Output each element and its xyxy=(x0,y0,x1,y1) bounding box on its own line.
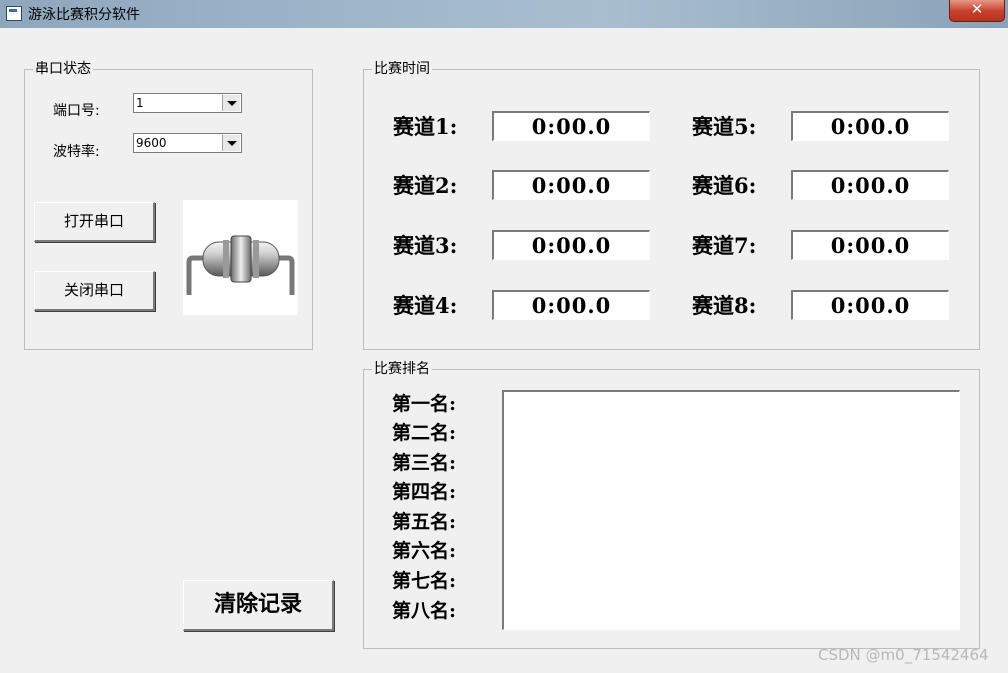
port-select-value: 1 xyxy=(136,96,144,110)
rank-4-label: 第四名: xyxy=(392,481,457,503)
lane-6-label: 赛道6: xyxy=(692,173,757,198)
lane-8-label: 赛道8: xyxy=(692,293,757,318)
rank-8-label: 第八名: xyxy=(392,600,457,622)
lane-5-label: 赛道5: xyxy=(692,114,757,139)
rank-2-label: 第二名: xyxy=(392,422,457,444)
baud-label: 波特率: xyxy=(53,144,100,160)
serial-connector-icon xyxy=(183,200,298,315)
baud-select[interactable]: 9600 xyxy=(133,133,242,153)
window-title: 游泳比赛积分软件 xyxy=(28,7,140,23)
app-window-icon xyxy=(6,6,22,21)
rank-3-label: 第三名: xyxy=(392,452,457,474)
lane-6-time: 0:00.0 xyxy=(791,170,949,200)
close-port-button[interactable]: 关闭串口 xyxy=(34,271,155,311)
rank-5-label: 第五名: xyxy=(392,511,457,533)
lane-5-time: 0:00.0 xyxy=(791,111,949,141)
close-window-button[interactable]: ✕ xyxy=(949,0,1005,22)
chevron-down-icon[interactable] xyxy=(222,95,240,111)
lane-2-label: 赛道2: xyxy=(393,173,458,198)
baud-select-value: 9600 xyxy=(136,136,167,150)
port-label: 端口号: xyxy=(53,103,100,119)
lane-8-time: 0:00.0 xyxy=(791,290,949,320)
lane-7-label: 赛道7: xyxy=(692,233,757,258)
open-port-button[interactable]: 打开串口 xyxy=(34,202,155,242)
clear-records-button[interactable]: 清除记录 xyxy=(183,580,334,631)
rank-1-label: 第一名: xyxy=(392,393,457,415)
lane-2-time: 0:00.0 xyxy=(492,170,650,200)
rank-6-label: 第六名: xyxy=(392,540,457,562)
lane-4-time: 0:00.0 xyxy=(492,290,650,320)
lane-4-label: 赛道4: xyxy=(393,293,458,318)
port-select[interactable]: 1 xyxy=(133,93,242,113)
chevron-down-icon[interactable] xyxy=(222,135,240,151)
lane-3-label: 赛道3: xyxy=(393,233,458,258)
watermark-text: CSDN @m0_71542464 xyxy=(818,646,989,664)
ranking-list-box[interactable] xyxy=(502,390,960,630)
ranking-legend: 比赛排名 xyxy=(372,360,432,378)
lane-1-label: 赛道1: xyxy=(393,114,458,139)
title-bar[interactable]: 游泳比赛积分软件 ✕ xyxy=(0,0,1008,28)
serial-status-legend: 串口状态 xyxy=(33,60,93,78)
rank-7-label: 第七名: xyxy=(392,570,457,592)
lane-3-time: 0:00.0 xyxy=(492,230,650,260)
lane-7-time: 0:00.0 xyxy=(791,230,949,260)
lane-1-time: 0:00.0 xyxy=(492,111,650,141)
race-time-legend: 比赛时间 xyxy=(372,60,432,78)
